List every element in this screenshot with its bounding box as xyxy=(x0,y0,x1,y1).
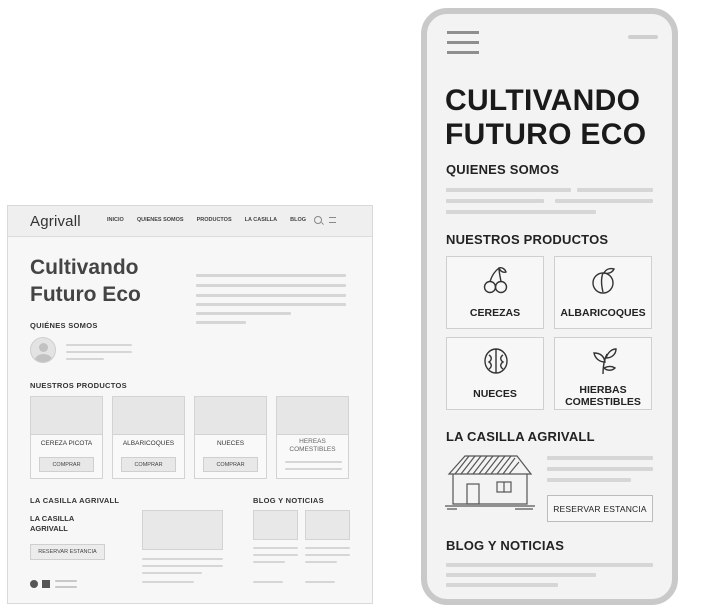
about-heading: QUIENES SOMOS xyxy=(446,162,560,177)
nav-item-quienes-somos[interactable]: QUIENES SOMOS xyxy=(137,217,184,223)
product-card[interactable]: CEREZA PICOTA COMPRAR xyxy=(30,396,103,479)
nav-item-la-casilla[interactable]: LA CASILLA xyxy=(245,217,278,223)
product-image-placeholder xyxy=(113,397,184,435)
apricot-icon xyxy=(592,267,616,294)
product-card[interactable]: ALBARICOQUES COMPRAR xyxy=(112,396,185,479)
product-name-line: COMESTIBLES xyxy=(565,396,641,408)
product-name: HIERBAS COMESTIBLES xyxy=(555,384,651,408)
product-card[interactable]: NUECES xyxy=(446,337,544,410)
house-illustration xyxy=(445,455,535,510)
phone-speaker xyxy=(628,35,658,39)
product-card[interactable]: HIERBAS COMESTIBLES xyxy=(554,337,652,410)
casilla-heading: LA CASILLA AGRIVALL xyxy=(446,429,595,444)
hero-title-line: Cultivando xyxy=(30,256,139,279)
avatar xyxy=(30,337,56,363)
logo[interactable]: Agrivall xyxy=(30,213,81,230)
casilla-image-placeholder xyxy=(142,510,223,550)
hero-title: CULTIVANDO FUTURO ECO xyxy=(445,84,646,152)
product-card[interactable]: CEREZAS xyxy=(446,256,544,329)
product-name-line: HIERBAS xyxy=(579,384,627,396)
product-name-line: HEREAS xyxy=(299,438,326,445)
walnut-icon xyxy=(484,348,508,374)
casilla-heading: LA CASILLA AGRIVALL xyxy=(30,496,120,505)
products-heading: NUESTROS PRODUCTOS xyxy=(446,232,609,247)
product-image-placeholder xyxy=(277,397,348,435)
buy-button[interactable]: COMPRAR xyxy=(203,457,258,472)
product-card[interactable]: ALBARICOQUES xyxy=(554,256,652,329)
product-name: ALBARICOQUES xyxy=(560,307,646,319)
product-name: ALBARICOQUES xyxy=(122,440,175,447)
reserve-stay-button[interactable]: RESERVAR ESTANCIA xyxy=(547,495,653,522)
product-name: NUECES xyxy=(216,440,245,447)
cherry-icon xyxy=(483,267,508,294)
phone-mockup: CULTIVANDO FUTURO ECO QUIENES SOMOS NUES… xyxy=(421,8,678,605)
product-name: NUECES xyxy=(473,388,517,400)
nav-item-inicio[interactable]: INICIO xyxy=(107,217,124,223)
search-icon[interactable] xyxy=(314,216,322,224)
blog-image-placeholder[interactable] xyxy=(305,510,350,540)
hamburger-menu-icon[interactable] xyxy=(447,31,479,56)
product-image-placeholder xyxy=(31,397,102,435)
nav-menu: INICIO QUIENES SOMOS PRODUCTOS LA CASILL… xyxy=(107,217,319,223)
product-name: CEREZAS xyxy=(469,307,521,319)
buy-button[interactable]: COMPRAR xyxy=(39,457,94,472)
herb-leaf-icon xyxy=(593,348,617,375)
desktop-mockup: Agrivall INICIO QUIENES SOMOS PRODUCTOS … xyxy=(7,205,373,604)
casilla-subtitle: LA CASILLA AGRIVALL xyxy=(30,514,75,533)
reserve-stay-button[interactable]: RESERVAR ESTANCIA xyxy=(30,544,105,560)
products-heading: NUESTROS PRODUCTOS xyxy=(30,381,127,390)
desktop-navbar: Agrivall INICIO QUIENES SOMOS PRODUCTOS … xyxy=(8,206,372,237)
nav-item-productos[interactable]: PRODUCTOS xyxy=(197,217,232,223)
nav-item-blog[interactable]: BLOG xyxy=(290,217,306,223)
hero-title-line: Futuro Eco xyxy=(30,283,141,306)
about-heading: QUIÉNES SOMOS xyxy=(30,321,98,330)
product-image-placeholder xyxy=(195,397,266,435)
blog-image-placeholder[interactable] xyxy=(253,510,298,540)
carousel-dot[interactable] xyxy=(30,580,38,588)
product-name: HEREAS COMESTIBLES xyxy=(277,438,348,454)
blog-heading: BLOG Y NOTICIAS xyxy=(446,538,565,553)
blog-heading: BLOG Y NOTICIAS xyxy=(253,496,324,505)
menu-icon[interactable] xyxy=(329,217,336,223)
hero-title-line: FUTURO ECO xyxy=(445,118,647,151)
buy-button[interactable]: COMPRAR xyxy=(121,457,176,472)
phone-screen: CULTIVANDO FUTURO ECO QUIENES SOMOS NUES… xyxy=(427,14,672,599)
product-card[interactable]: HEREAS COMESTIBLES xyxy=(276,396,349,479)
hero-title: Cultivando Futuro Eco xyxy=(30,254,141,308)
carousel-dot[interactable] xyxy=(42,580,50,588)
product-name: CEREZA PICOTA xyxy=(40,440,93,447)
product-card[interactable]: NUECES COMPRAR xyxy=(194,396,267,479)
product-name-line: COMESTIBLES xyxy=(289,446,336,453)
hero-title-line: CULTIVANDO xyxy=(445,84,641,117)
